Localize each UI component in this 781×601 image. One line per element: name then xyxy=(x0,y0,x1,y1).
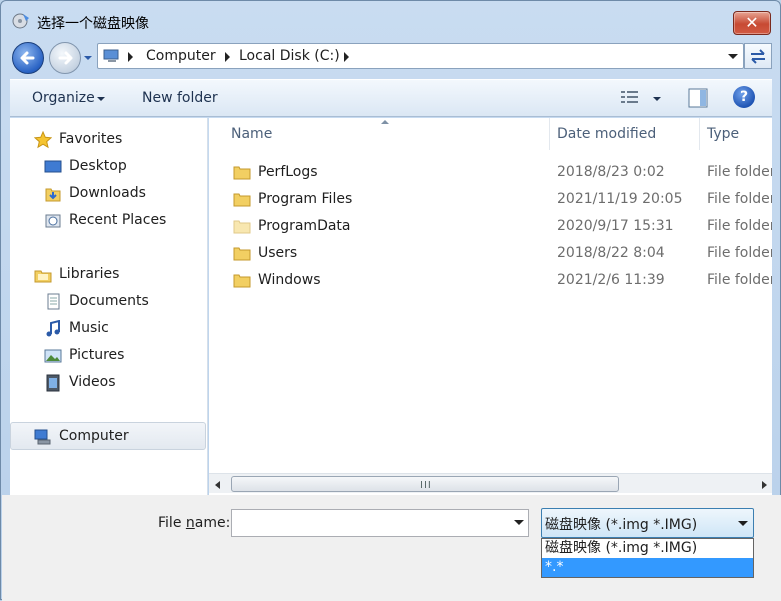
file-date: 2021/11/19 20:05 xyxy=(557,191,683,207)
pictures-icon xyxy=(44,349,62,363)
desktop-icon xyxy=(44,160,62,173)
help-button[interactable]: ? xyxy=(733,86,755,108)
new-folder-button[interactable]: New folder xyxy=(142,90,218,106)
nav-documents-label: Documents xyxy=(69,293,149,309)
file-type: File folder xyxy=(707,245,772,261)
file-row-users[interactable]: Users 2018/8/22 8:04 File folder xyxy=(209,241,772,268)
nav-pictures-label: Pictures xyxy=(69,347,125,363)
file-type-select[interactable]: 磁盘映像 (*.img *.IMG) xyxy=(541,508,754,538)
file-row-windows[interactable]: Windows 2021/2/6 11:39 File folder xyxy=(209,268,772,295)
breadcrumb-arrow-icon[interactable] xyxy=(225,52,230,62)
nav-libraries-label: Libraries xyxy=(59,266,120,282)
file-date: 2020/9/17 15:31 xyxy=(557,218,674,234)
refresh-button[interactable] xyxy=(744,43,772,69)
file-name: Windows xyxy=(258,272,321,288)
documents-icon xyxy=(47,293,60,310)
folder-icon xyxy=(233,274,251,288)
file-type: File folder xyxy=(707,272,772,288)
file-type: File folder xyxy=(707,164,772,180)
scroll-right-icon[interactable] xyxy=(757,478,771,492)
column-header-date[interactable]: Date modified xyxy=(557,126,656,142)
file-dialog-window: 选择一个磁盘映像 ✕ Computer Local Disk (C:) Orga… xyxy=(0,0,781,601)
nav-downloads-label: Downloads xyxy=(69,185,146,201)
nav-videos-label: Videos xyxy=(69,374,116,390)
file-name: Users xyxy=(258,245,298,261)
arrow-right-icon xyxy=(58,51,73,65)
file-type: File folder xyxy=(707,191,772,207)
computer-icon xyxy=(103,49,119,62)
scroll-left-icon[interactable] xyxy=(211,478,225,492)
videos-icon xyxy=(46,374,60,392)
file-row-programdata[interactable]: ProgramData 2020/9/17 15:31 File folder xyxy=(209,214,772,241)
column-header-name[interactable]: Name xyxy=(231,126,272,142)
folder-icon xyxy=(233,193,251,207)
file-type-options-list: 磁盘映像 (*.img *.IMG) *.* xyxy=(541,538,754,578)
close-button[interactable]: ✕ xyxy=(733,11,771,35)
command-toolbar: Organize New folder ? xyxy=(10,79,772,117)
file-date: 2018/8/23 0:02 xyxy=(557,164,665,180)
address-bar[interactable]: Computer Local Disk (C:) xyxy=(97,43,744,69)
address-history-chevron-down-icon[interactable] xyxy=(728,54,738,59)
nav-desktop-label: Desktop xyxy=(69,158,127,174)
folder-icon xyxy=(233,166,251,180)
scrollbar-thumb[interactable]: III xyxy=(231,476,619,492)
star-icon xyxy=(34,131,52,149)
folder-icon xyxy=(233,247,251,261)
nav-recent-places-label: Recent Places xyxy=(69,212,167,228)
back-button[interactable] xyxy=(12,42,44,74)
disk-app-icon xyxy=(12,13,29,29)
computer-icon xyxy=(34,429,51,445)
recent-pages-chevron-down-icon[interactable] xyxy=(83,53,93,63)
file-date: 2021/2/6 11:39 xyxy=(557,272,665,288)
breadcrumb-computer[interactable]: Computer xyxy=(146,48,216,64)
arrow-left-icon xyxy=(20,51,35,65)
hidden-folder-icon xyxy=(233,220,251,234)
file-name-input[interactable] xyxy=(231,509,529,537)
file-date: 2018/8/22 8:04 xyxy=(557,245,665,261)
navigation-pane: Favorites Desktop Downloads Recent Place… xyxy=(10,118,208,495)
organize-button[interactable]: Organize xyxy=(32,90,95,106)
libraries-icon xyxy=(34,270,52,283)
view-chevron-down-icon[interactable] xyxy=(653,97,661,101)
file-row-perflogs[interactable]: PerfLogs 2018/8/23 0:02 File folder xyxy=(209,160,772,187)
column-divider[interactable] xyxy=(549,118,550,150)
scrollbar-grip: III xyxy=(420,480,432,491)
file-row-program-files[interactable]: Program Files 2021/11/19 20:05 File fold… xyxy=(209,187,772,214)
window-title: 选择一个磁盘映像 xyxy=(37,16,149,32)
column-divider[interactable] xyxy=(699,118,700,150)
view-options-icon[interactable] xyxy=(620,89,640,107)
sort-ascending-icon xyxy=(381,120,389,124)
column-header-type[interactable]: Type xyxy=(707,126,739,142)
title-bar: 选择一个磁盘映像 ✕ xyxy=(1,1,780,43)
file-type-chevron-down-icon xyxy=(738,521,748,526)
file-type: File folder xyxy=(707,218,772,234)
refresh-icon xyxy=(751,49,765,64)
music-icon xyxy=(46,320,60,337)
file-name-label: File name: xyxy=(158,515,231,531)
file-type-selected-value: 磁盘映像 (*.img *.IMG) xyxy=(545,517,698,533)
recent-places-icon xyxy=(45,214,61,228)
downloads-folder-icon xyxy=(45,188,61,202)
breadcrumb-arrow-icon[interactable] xyxy=(344,52,349,62)
organize-chevron-down-icon[interactable] xyxy=(97,97,105,101)
file-type-option-highlighted[interactable]: *.* xyxy=(542,558,753,577)
breadcrumb-local-disk[interactable]: Local Disk (C:) xyxy=(239,48,340,64)
nav-music-label: Music xyxy=(69,320,109,336)
horizontal-scrollbar[interactable]: III xyxy=(209,473,772,493)
breadcrumb-arrow-icon[interactable] xyxy=(128,52,133,62)
file-name: PerfLogs xyxy=(258,164,318,180)
file-name: Program Files xyxy=(258,191,353,207)
file-name-history-chevron-down-icon[interactable] xyxy=(514,520,524,525)
file-type-option[interactable]: 磁盘映像 (*.img *.IMG) xyxy=(542,539,753,558)
nav-favorites-label: Favorites xyxy=(59,131,123,147)
nav-computer-label: Computer xyxy=(59,428,129,444)
bottom-panel: File name: 磁盘映像 (*.img *.IMG) 磁盘映像 (*.im… xyxy=(2,495,781,601)
preview-pane-icon[interactable] xyxy=(688,88,708,108)
file-list: Name Date modified Type PerfLogs 2018/8/… xyxy=(209,118,772,495)
forward-button[interactable] xyxy=(49,42,81,74)
file-name: ProgramData xyxy=(258,218,351,234)
